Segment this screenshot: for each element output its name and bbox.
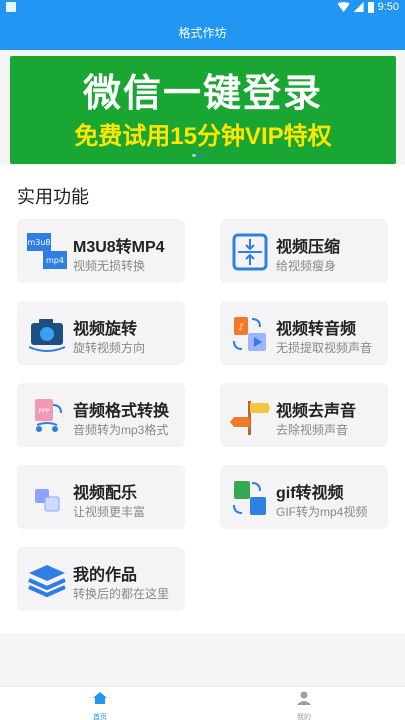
nav-home-label: 首页 (93, 714, 107, 720)
user-icon (297, 691, 311, 705)
card-video-rotate[interactable]: 视频旋转 旋转视频方向 (17, 301, 185, 365)
audio-format-icon: PPP (35, 399, 62, 432)
signpost-icon (230, 401, 270, 435)
card-desc: 旋转视频方向 (73, 341, 146, 355)
m3u8-convert-icon: m3u8 mp4 (27, 233, 67, 269)
banner-subtitle: 免费试用15分钟VIP特权 (74, 123, 332, 150)
home-icon (93, 692, 107, 704)
card-title: 视频去声音 (276, 403, 357, 420)
promo-banner[interactable]: 微信一键登录 免费试用15分钟VIP特权 (10, 56, 396, 164)
card-gif-to-video[interactable]: gif转视频 GIF转为mp4视频 (220, 465, 388, 529)
nav-me-label: 我的 (297, 714, 311, 720)
compress-icon (232, 233, 268, 271)
card-title: 视频压缩 (276, 239, 341, 256)
camera-rotate-icon (28, 319, 66, 352)
card-title: M3U8转MP4 (73, 239, 165, 256)
notification-icon (6, 2, 16, 12)
gif-to-video-icon (233, 481, 266, 515)
pager-dot-active (199, 154, 203, 157)
card-title: 视频旋转 (73, 321, 138, 338)
card-desc: 转换后的都在这里 (73, 587, 170, 601)
card-desc: 给视频瘦身 (276, 259, 337, 273)
app-header: 9:50 格式作坊 (0, 0, 405, 50)
section-title: 实用功能 (17, 187, 89, 207)
nav-home[interactable]: 首页 (80, 691, 120, 720)
tools-section: 实用功能 m3u8 mp4 M3U8转MP4 视频无损转换 视频压缩 给视频瘦身 (0, 165, 405, 633)
status-bar: 9:50 (0, 0, 405, 16)
status-icons: 9:50 (337, 1, 399, 13)
card-desc: 去除视频声音 (276, 423, 349, 437)
banner-pager (192, 154, 203, 157)
card-m3u8-to-mp4[interactable]: m3u8 mp4 M3U8转MP4 视频无损转换 (17, 219, 185, 283)
card-audio-format-convert[interactable]: PPP 音频格式转换 音频转为mp3格式 (17, 383, 185, 447)
card-title: 视频转音频 (276, 321, 357, 338)
battery-icon (367, 1, 374, 13)
card-video-mute[interactable]: 视频去声音 去除视频声音 (220, 383, 388, 447)
banner-title: 微信一键登录 (82, 73, 323, 115)
video-music-icon (35, 489, 60, 512)
video-to-audio-icon: ♪ (233, 317, 266, 351)
svg-text:♪: ♪ (238, 323, 244, 333)
page-title: 格式作坊 (178, 26, 227, 40)
card-video-compress[interactable]: 视频压缩 给视频瘦身 (220, 219, 388, 283)
card-title: gif转视频 (276, 485, 344, 502)
card-desc: 无损提取视频声音 (276, 341, 373, 355)
svg-text:PPP: PPP (39, 408, 50, 415)
card-video-music[interactable]: 视频配乐 让视频更丰富 (17, 465, 185, 529)
layers-icon (28, 565, 66, 598)
card-desc: 音频转为mp3格式 (73, 423, 169, 437)
card-desc: GIF转为mp4视频 (276, 505, 368, 519)
card-desc: 让视频更丰富 (73, 505, 146, 519)
card-my-works[interactable]: 我的作品 转换后的都在这里 (17, 547, 185, 611)
pager-dot (192, 154, 196, 157)
card-title: 我的作品 (73, 567, 138, 584)
svg-text:m3u8: m3u8 (27, 238, 50, 247)
nav-me[interactable]: 我的 (284, 691, 324, 720)
card-desc: 视频无损转换 (73, 259, 146, 273)
signal-icon (353, 2, 364, 12)
card-title: 音频格式转换 (73, 403, 170, 420)
bottom-nav: 首页 我的 (0, 686, 405, 720)
card-title: 视频配乐 (73, 485, 138, 502)
svg-text:mp4: mp4 (46, 256, 64, 265)
card-video-to-audio[interactable]: ♪ 视频转音频 无损提取视频声音 (220, 301, 388, 365)
wifi-icon (337, 2, 350, 12)
status-time: 9:50 (377, 1, 399, 13)
